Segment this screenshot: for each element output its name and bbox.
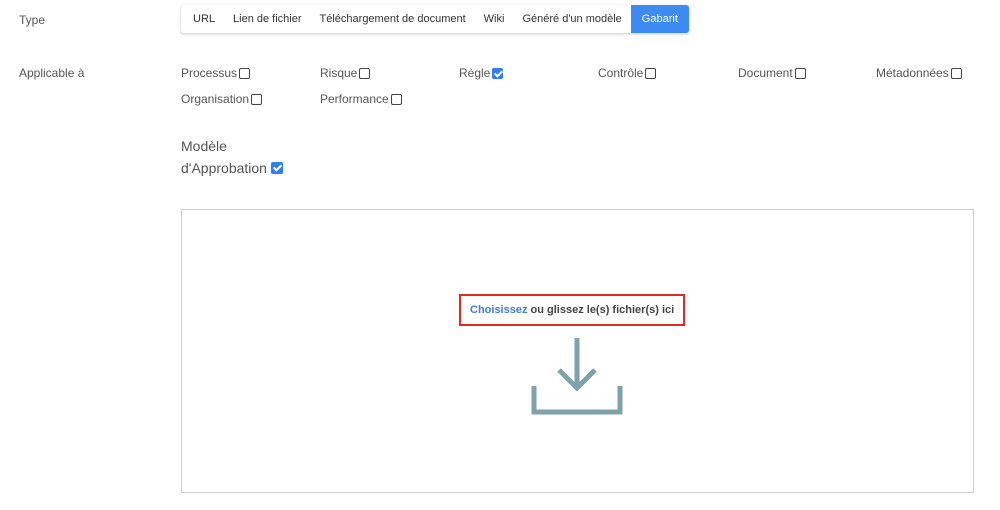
applicable-controle-checkbox[interactable] [645,67,657,79]
applicable-risque[interactable]: Risque [320,66,371,80]
applicable-label: Applicable à [19,66,85,80]
type-segmented-control: URL Lien de fichier Téléchargement de do… [181,5,689,33]
approval-model-label-line2: d'Approbation [181,160,267,176]
applicable-processus[interactable]: Processus [181,66,251,80]
applicable-document[interactable]: Document [738,66,806,80]
applicable-controle-label: Contrôle [598,66,644,80]
approval-model-label-line1: Modèle [181,138,227,154]
type-option-url[interactable]: URL [181,5,224,33]
applicable-metadonnees[interactable]: Métadonnées [876,66,962,80]
choose-file-link[interactable]: Choisissez [470,304,527,316]
applicable-document-checkbox[interactable] [794,67,806,79]
dropzone-instruction: Choisissez ou glissez le(s) fichier(s) i… [459,294,686,326]
type-option-wiki[interactable]: Wiki [475,5,514,33]
applicable-risque-checkbox[interactable] [359,67,371,79]
dropzone-instruction-text: ou glissez le(s) fichier(s) ici [527,304,675,316]
applicable-regle[interactable]: Règle [459,66,504,80]
type-option-document-upload[interactable]: Téléchargement de document [311,5,475,33]
applicable-organisation-checkbox[interactable] [251,93,263,105]
type-option-generated-from-model[interactable]: Généré d'un modèle [513,5,630,33]
approval-model-field[interactable]: Modèle d'Approbation [181,135,283,179]
applicable-performance[interactable]: Performance [320,92,402,106]
applicable-regle-label: Règle [459,66,491,80]
approval-model-checkbox[interactable] [270,162,283,174]
applicable-metadonnees-checkbox[interactable] [950,67,962,79]
applicable-organisation-label: Organisation [181,92,250,106]
applicable-processus-label: Processus [181,66,238,80]
download-icon [531,338,623,415]
applicable-metadonnees-label: Métadonnées [876,66,949,80]
applicable-organisation[interactable]: Organisation [181,92,263,106]
file-dropzone[interactable]: Choisissez ou glissez le(s) fichier(s) i… [181,209,974,493]
type-option-template[interactable]: Gabarit [630,5,689,33]
type-label: Type [19,13,46,27]
applicable-processus-checkbox[interactable] [239,67,251,79]
type-option-file-link[interactable]: Lien de fichier [224,5,311,33]
applicable-controle[interactable]: Contrôle [598,66,657,80]
applicable-document-label: Document [738,66,793,80]
applicable-risque-label: Risque [320,66,358,80]
applicable-regle-checkbox[interactable] [492,67,504,79]
applicable-performance-label: Performance [320,92,389,106]
applicable-performance-checkbox[interactable] [390,93,402,105]
